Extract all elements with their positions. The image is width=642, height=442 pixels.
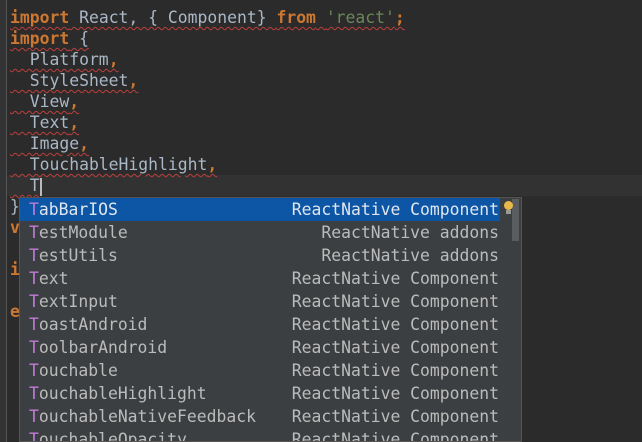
completion-item-type: ReactNative Component	[291, 407, 499, 426]
code-token: ,	[69, 92, 80, 111]
completion-item[interactable]: TabBarIOS ReactNative Component	[20, 198, 500, 221]
completion-item-name: Text	[29, 269, 69, 288]
completion-item-name: Touchable	[29, 361, 118, 380]
completion-item-name: TestUtils	[29, 246, 118, 265]
code-token: View	[10, 92, 70, 111]
code-token: ,	[79, 134, 89, 153]
completion-item[interactable]: TextInput ReactNative Component	[20, 290, 500, 313]
code-token: import	[10, 29, 70, 48]
code-token: ,	[108, 50, 119, 69]
current-line-highlight	[7, 175, 642, 196]
completion-item-name: TextInput	[29, 292, 118, 311]
code-line[interactable]: Text,	[10, 112, 79, 133]
code-line[interactable]: TouchableHighlight,	[10, 154, 218, 175]
lightbulb-icon[interactable]	[504, 201, 513, 214]
code-token: Text	[10, 113, 70, 132]
completion-item-type: ReactNative Component	[291, 315, 499, 334]
completion-item[interactable]: TestModule ReactNative addons	[20, 221, 500, 244]
code-line[interactable]: T	[10, 175, 42, 196]
completion-item[interactable]: TouchableNativeFeedback ReactNative Compo…	[20, 405, 500, 428]
completion-item-name: TabBarIOS	[29, 200, 118, 219]
code-token: {	[69, 29, 89, 48]
completion-item-type: ReactNative Component	[291, 361, 499, 380]
completion-item-type: ReactNative addons	[321, 246, 499, 265]
autocomplete-popup[interactable]: TabBarIOS ReactNative Component TestModule…	[19, 197, 522, 442]
completion-item[interactable]: TestUtils ReactNative addons	[20, 244, 500, 267]
code-line[interactable]: StyleSheet,	[10, 70, 139, 91]
popup-scrollbar[interactable]	[512, 199, 519, 241]
code-line[interactable]: import React, { Component} from 'react';	[10, 7, 405, 28]
completion-item-type: ReactNative Component	[291, 200, 499, 219]
code-token: Platform	[10, 50, 109, 69]
code-token: TouchableHighlight	[10, 155, 208, 174]
code-line[interactable]: import {	[10, 28, 89, 49]
code-token: T	[10, 176, 40, 195]
completion-item-type: ReactNative Component	[291, 430, 499, 442]
completion-item[interactable]: Touchable ReactNative Component	[20, 359, 500, 382]
completion-item-name: ToastAndroid	[29, 315, 148, 334]
code-token: StyleSheet	[10, 71, 129, 90]
code-token: ,	[207, 155, 218, 174]
code-token: ;	[394, 8, 405, 27]
code-line[interactable]: View,	[10, 91, 79, 112]
completion-item-type: ReactNative Component	[291, 269, 499, 288]
completion-item-type: ReactNative Component	[291, 384, 499, 403]
code-token: import	[10, 8, 70, 27]
code-line[interactable]: Image,	[10, 133, 89, 154]
completion-item[interactable]: TouchableOpacity ReactNative Component	[20, 428, 500, 442]
code-line[interactable]: Platform,	[10, 49, 119, 70]
completion-item-name: TouchableOpacity	[29, 430, 187, 442]
completion-item[interactable]: ToolbarAndroid ReactNative Component	[20, 336, 500, 359]
code-token: ,	[128, 71, 139, 90]
completion-item[interactable]: TouchableHighlight ReactNative Component	[20, 382, 500, 405]
completion-item-name: TouchableNativeFeedback	[29, 407, 256, 426]
code-token: 'react'	[325, 8, 395, 27]
completion-item-type: ReactNative Component	[291, 338, 499, 357]
code-token: React, { Component}	[69, 8, 277, 27]
completion-item[interactable]: ToastAndroid ReactNative Component	[20, 313, 500, 336]
code-token: from	[276, 8, 316, 27]
completion-item[interactable]: Text ReactNative Component	[20, 267, 500, 290]
code-token: Image	[10, 134, 80, 153]
completion-item-name: TestModule	[29, 223, 128, 242]
editor-gutter	[0, 0, 7, 442]
completion-item-name: ToolbarAndroid	[29, 338, 168, 357]
completion-item-type: ReactNative Component	[291, 292, 499, 311]
completion-item-type: ReactNative addons	[321, 223, 499, 242]
code-token: ,	[69, 113, 80, 132]
completion-item-name: TouchableHighlight	[29, 384, 207, 403]
text-caret	[39, 177, 42, 196]
